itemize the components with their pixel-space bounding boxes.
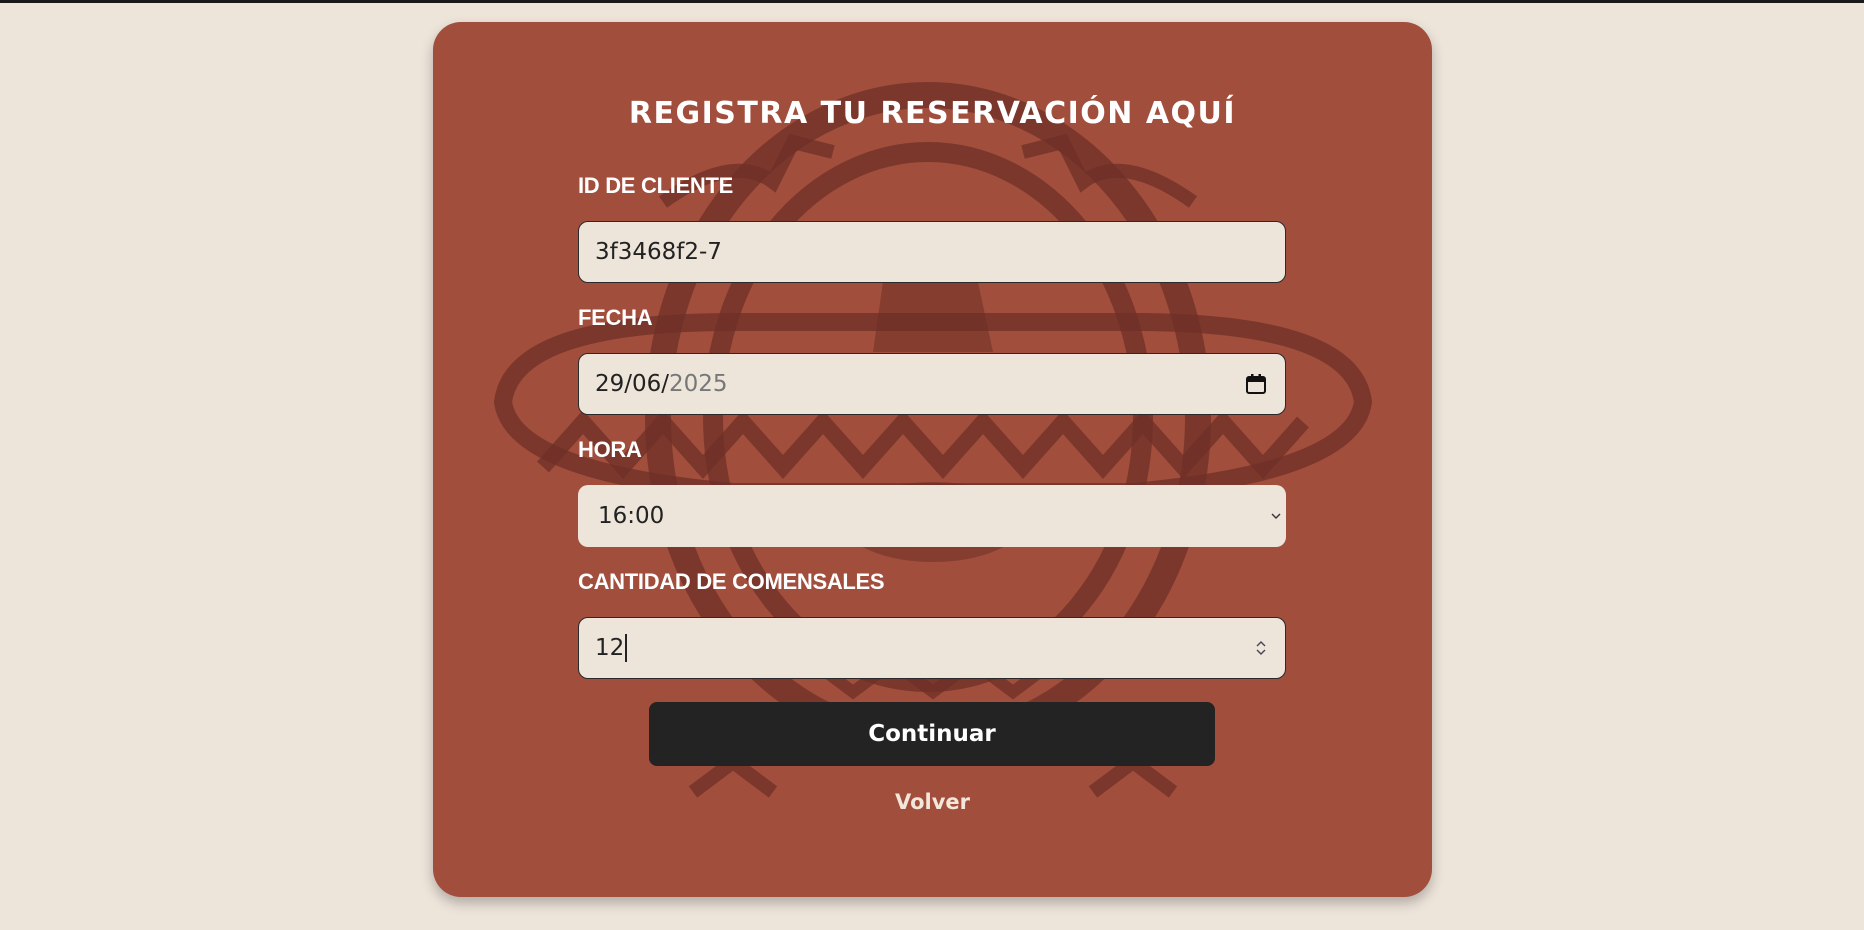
client-id-label: ID DE CLIENTE: [578, 173, 733, 198]
date-year: 2025: [669, 371, 728, 397]
client-id-value: 3f3468f2-7: [595, 239, 722, 265]
spinner-arrows-icon[interactable]: [1255, 638, 1267, 658]
date-label: FECHA: [578, 305, 653, 330]
text-caret: [625, 634, 627, 662]
reservation-card: REGISTRA TU RESERVACIÓN AQUÍ ID DE CLIEN…: [433, 22, 1432, 897]
time-selected-value: 16:00: [598, 503, 665, 529]
calendar-icon[interactable]: [1245, 373, 1267, 395]
window-top-border: [0, 0, 1864, 3]
guests-number-input[interactable]: 12: [578, 617, 1286, 679]
guests-value: 12: [595, 635, 625, 661]
time-label: HORA: [578, 437, 642, 462]
continue-button[interactable]: Continuar: [649, 702, 1215, 766]
time-select[interactable]: 16:00: [578, 485, 1286, 547]
guests-label: CANTIDAD DE COMENSALES: [578, 569, 885, 594]
back-link[interactable]: Volver: [433, 790, 1432, 814]
client-id-input[interactable]: 3f3468f2-7: [578, 221, 1286, 283]
page-title: REGISTRA TU RESERVACIÓN AQUÍ: [628, 96, 1237, 131]
chevron-down-icon[interactable]: [1270, 511, 1282, 521]
date-input[interactable]: 29/06/2025: [578, 353, 1286, 415]
date-day-month: 29/06/: [595, 371, 670, 397]
